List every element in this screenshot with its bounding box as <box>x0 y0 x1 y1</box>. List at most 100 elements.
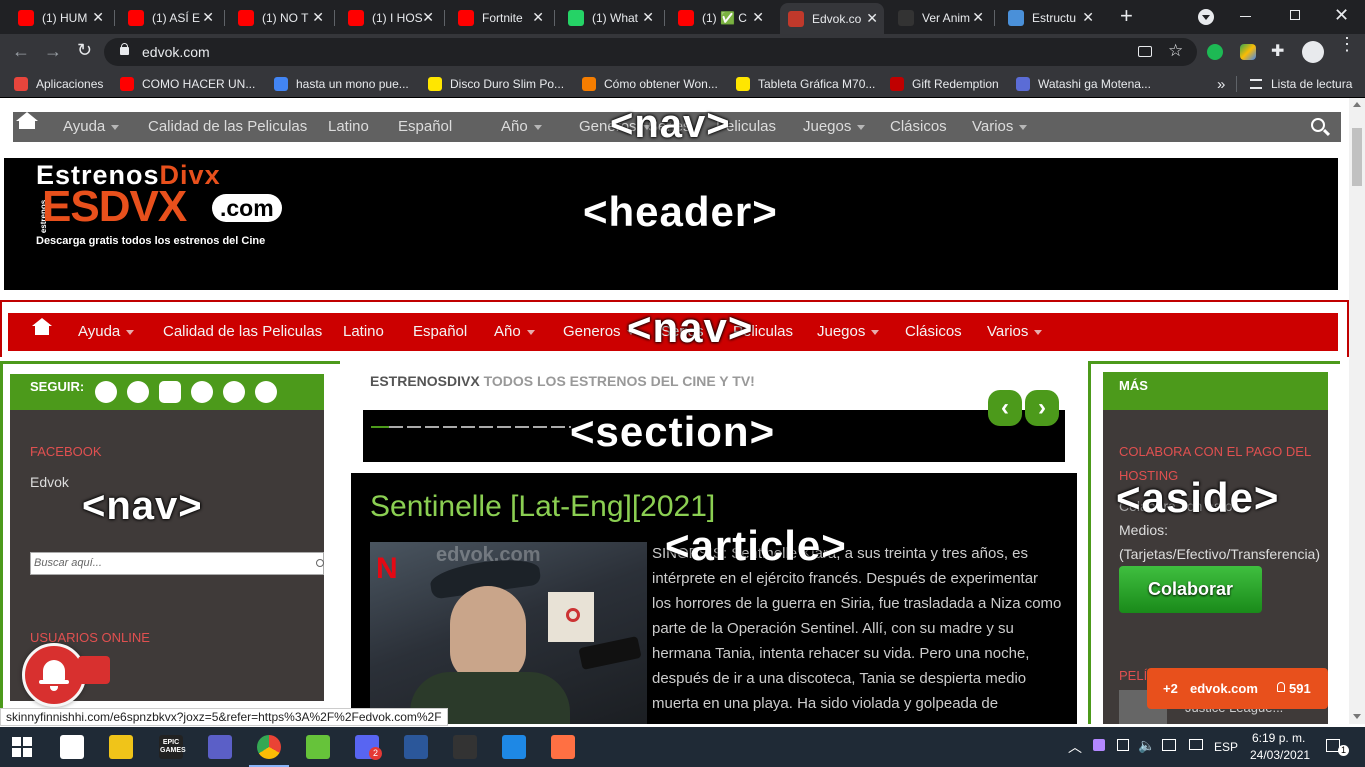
browser-tab[interactable]: (1) ✅ C ✕ <box>670 5 770 30</box>
article-title[interactable]: Sentinelle [Lat-Eng][2021] <box>370 490 715 524</box>
nav-item[interactable]: Generos <box>563 313 635 351</box>
nav-item[interactable]: Ayuda <box>78 313 135 351</box>
search-input[interactable]: Buscar aquí... <box>34 557 102 569</box>
browser-tab[interactable]: (1) What ✕ <box>560 5 660 30</box>
movie-poster[interactable]: N edvok.com <box>370 542 647 724</box>
reload-icon[interactable]: ↻ <box>77 40 92 61</box>
discord-icon[interactable]: 2 <box>355 735 382 760</box>
extension-drive-icon[interactable] <box>1240 44 1256 60</box>
site-logo[interactable]: EstrenosDivx estrenos ESDVX .com Descarg… <box>36 160 316 250</box>
nav-item[interactable]: Juegos <box>803 112 866 142</box>
browser-tab[interactable]: (1) ASÍ E ✕ <box>120 5 220 30</box>
clock-time[interactable]: 6:19 p. m. <box>1252 731 1305 745</box>
slider-prev-button[interactable]: ‹ <box>988 390 1022 426</box>
bookmark-item[interactable]: Gift Redemption <box>890 76 999 92</box>
forward-icon[interactable]: → <box>44 41 62 62</box>
search-icon[interactable] <box>316 559 324 567</box>
nav-item[interactable]: Latino <box>343 313 384 351</box>
word-icon[interactable] <box>404 735 428 759</box>
browser-tab[interactable]: Edvok.co ✕ <box>780 3 884 34</box>
chrome-menu-icon[interactable]: ⋮ <box>1338 35 1356 53</box>
scrollbar-thumb[interactable] <box>1352 128 1362 186</box>
close-tab-icon[interactable]: ✕ <box>312 9 324 26</box>
bookmarks-overflow-button[interactable]: » <box>1217 76 1225 93</box>
profile-avatar[interactable] <box>1302 41 1324 63</box>
bookmark-item[interactable]: COMO HACER UN... <box>120 76 255 92</box>
close-tab-icon[interactable]: ✕ <box>752 9 764 26</box>
language-indicator[interactable]: ESP <box>1214 740 1238 754</box>
close-tab-icon[interactable]: ✕ <box>972 9 984 26</box>
bluestacks-icon[interactable] <box>306 735 330 759</box>
nav-item[interactable]: Clásicos <box>905 313 962 351</box>
chrome-icon[interactable] <box>257 735 281 759</box>
nav-item[interactable]: Español <box>413 313 467 351</box>
bookmark-item[interactable]: Watashi ga Motena... <box>1016 76 1151 92</box>
close-tab-icon[interactable]: ✕ <box>642 9 654 26</box>
slider-next-button[interactable]: › <box>1025 390 1059 426</box>
minimize-icon[interactable] <box>1240 16 1251 17</box>
file-explorer-icon[interactable] <box>109 735 133 759</box>
nav-item[interactable]: Español <box>398 112 452 142</box>
paint-icon[interactable] <box>551 735 575 759</box>
twitter-icon[interactable] <box>127 381 149 403</box>
close-tab-icon[interactable]: ✕ <box>422 9 434 26</box>
close-tab-icon[interactable]: ✕ <box>1082 9 1094 26</box>
address-bar[interactable]: edvok.com ☆ <box>104 38 1197 66</box>
breadcrumb-brand[interactable]: ESTRENOSDIVX <box>370 373 480 389</box>
facebook-icon[interactable] <box>95 381 117 403</box>
pen-icon[interactable] <box>1093 739 1105 751</box>
nav-item[interactable]: Ayuda <box>63 112 120 142</box>
rss-icon[interactable] <box>191 381 213 403</box>
bookmark-item[interactable]: Cómo obtener Won... <box>582 76 718 92</box>
page-scrollbar[interactable] <box>1349 98 1365 724</box>
browser-tab[interactable]: Ver Anim ✕ <box>890 5 990 30</box>
nav-item[interactable]: Varios <box>972 112 1028 142</box>
nav-item[interactable]: Varios <box>987 313 1043 351</box>
instagram-icon[interactable] <box>255 381 277 403</box>
search-box[interactable]: Buscar aquí... <box>30 552 324 575</box>
browser-tab[interactable]: (1) I HOS ✕ <box>340 5 440 30</box>
nav-item[interactable]: Año <box>494 313 535 351</box>
browser-tab[interactable]: (1) HUM ✕ <box>10 5 110 30</box>
windows-start-icon[interactable] <box>12 737 32 757</box>
reading-list-button[interactable]: Lista de lectura <box>1250 76 1352 92</box>
bookmark-item[interactable]: hasta un mono pue... <box>274 76 409 92</box>
terminal-icon[interactable] <box>453 735 477 759</box>
nav-item[interactable]: Clásicos <box>890 112 947 142</box>
restore-icon[interactable] <box>1290 10 1300 20</box>
close-tab-icon[interactable]: ✕ <box>532 9 544 26</box>
epic-games-icon[interactable]: EPIC GAMES <box>159 735 186 759</box>
tab-search-icon[interactable] <box>1198 9 1214 25</box>
volume-icon[interactable]: 🔈 <box>1138 737 1155 754</box>
new-tab-button[interactable]: + <box>1120 4 1140 28</box>
nav-item[interactable]: Año <box>501 112 542 142</box>
notification-bell-button[interactable] <box>22 643 86 707</box>
visitors-popup[interactable]: +2 edvok.com 591 <box>1147 668 1328 709</box>
meet-icon[interactable] <box>1117 739 1129 751</box>
facebook-name[interactable]: Edvok <box>30 474 69 490</box>
close-tab-icon[interactable]: ✕ <box>866 10 878 27</box>
network-icon[interactable] <box>1162 739 1176 751</box>
back-icon[interactable]: ← <box>12 41 30 62</box>
bookmark-item[interactable]: Tableta Gráfica M70... <box>736 76 875 92</box>
task-view-icon[interactable] <box>60 735 84 759</box>
colaborar-button[interactable]: Colaborar <box>1119 566 1262 613</box>
bookmark-item[interactable]: Disco Duro Slim Po... <box>428 76 564 92</box>
browser-tab[interactable]: Fortnite ✕ <box>450 5 550 30</box>
browser-tab[interactable]: Estructu ✕ <box>1000 5 1100 30</box>
tray-chevron-icon[interactable]: ︿ <box>1068 737 1082 757</box>
extensions-puzzle-icon[interactable]: ✚ <box>1271 41 1284 61</box>
photos-icon[interactable] <box>502 735 526 759</box>
cast-blocked-icon[interactable] <box>1138 46 1152 57</box>
nav-item[interactable]: Latino <box>328 112 369 142</box>
home-icon[interactable] <box>35 326 49 335</box>
extension-green-icon[interactable] <box>1207 44 1223 60</box>
teams-icon[interactable] <box>208 735 232 759</box>
bookmark-item[interactable]: Aplicaciones <box>14 76 103 92</box>
monitor-icon[interactable] <box>1189 739 1203 750</box>
clock-date[interactable]: 24/03/2021 <box>1250 748 1310 762</box>
close-window-icon[interactable]: ✕ <box>1334 5 1349 26</box>
nav-item[interactable]: Calidad de las Peliculas <box>163 313 322 351</box>
bookmark-star-icon[interactable]: ☆ <box>1168 41 1183 61</box>
close-tab-icon[interactable]: ✕ <box>202 9 214 26</box>
